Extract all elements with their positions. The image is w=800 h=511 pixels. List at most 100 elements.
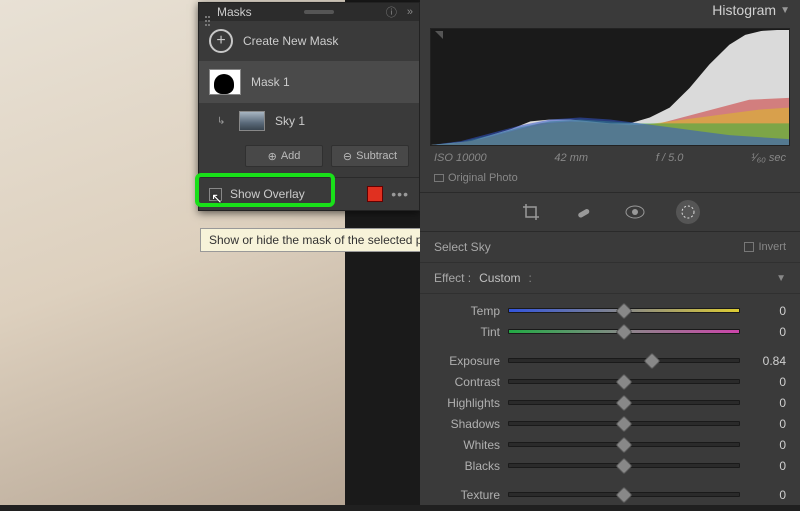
photo-meta: ISO 10000 42 mm f / 5.0 ¹⁄₆₀ sec [420,150,800,170]
slider-value: 0.84 [748,354,786,368]
slider-shadows[interactable]: Shadows 0 [420,413,800,434]
slider-whites[interactable]: Whites 0 [420,434,800,455]
slider-highlights[interactable]: Highlights 0 [420,392,800,413]
overlay-color-swatch[interactable] [367,186,383,202]
mask-thumbnail [209,69,241,95]
slider-value: 0 [748,304,786,318]
subtract-label: Subtract [356,150,397,162]
checkbox-icon [434,174,444,182]
invert-checkbox[interactable] [744,242,754,252]
show-overlay-label: Show Overlay [230,187,305,201]
slider-temp[interactable]: Temp 0 [420,300,800,321]
effect-value: Custom [479,271,520,285]
slider-label: Contrast [434,375,500,389]
meta-shutter: ¹⁄₆₀ sec [751,152,786,164]
effect-row[interactable]: Effect : Custom : ▼ [420,263,800,294]
effect-label: Effect : [434,271,471,285]
slider-label: Blacks [434,459,500,473]
create-mask-label: Create New Mask [243,34,338,48]
masks-panel: Masks ⓘ » + Create New Mask Mask 1 ↳ Sky… [198,2,420,211]
mask-label: Sky 1 [275,114,305,128]
mask-item-mask1[interactable]: Mask 1 [199,61,419,103]
more-icon[interactable]: ••• [391,186,409,202]
original-photo-toggle[interactable]: Original Photo [420,170,800,192]
subtract-icon: ⊖ [343,150,352,163]
slider-knob[interactable] [616,487,633,504]
meta-iso: ISO 10000 [434,152,487,164]
slider-track[interactable] [508,379,740,384]
slider-label: Whites [434,438,500,452]
slider-value: 0 [748,438,786,452]
right-panel: Histogram ▼ ISO 10000 42 mm f / 5.0 ¹⁄₆₀… [420,0,800,505]
histogram[interactable] [430,28,790,146]
drag-handle[interactable] [258,10,380,14]
slider-value: 0 [748,375,786,389]
mask-tool-icon[interactable] [676,200,700,224]
slider-knob[interactable] [616,303,633,320]
slider-texture[interactable]: Texture 0 [420,484,800,505]
slider-track[interactable] [508,421,740,426]
heal-tool-icon[interactable] [572,201,594,223]
slider-track[interactable] [508,492,740,497]
sliders-group: Temp0Tint0Exposure0.84Contrast0Highlight… [420,294,800,511]
redeye-tool-icon[interactable] [624,201,646,223]
section-title: Select Sky [434,240,491,254]
slider-blacks[interactable]: Blacks 0 [420,455,800,476]
histogram-title: Histogram [712,2,776,18]
slider-value: 0 [748,417,786,431]
dropdown-icon: : [528,271,531,285]
slider-track[interactable] [508,463,740,468]
slider-value: 0 [748,459,786,473]
meta-aperture: f / 5.0 [656,152,684,164]
slider-knob[interactable] [616,374,633,391]
add-icon: ⊕ [268,150,277,163]
slider-exposure[interactable]: Exposure 0.84 [420,350,800,371]
masks-panel-header[interactable]: Masks ⓘ » [199,3,419,21]
slider-knob[interactable] [616,437,633,454]
slider-value: 0 [748,325,786,339]
slider-label: Temp [434,304,500,318]
slider-label: Tint [434,325,500,339]
slider-contrast[interactable]: Contrast 0 [420,371,800,392]
meta-focal: 42 mm [554,152,588,164]
subtract-button[interactable]: ⊖ Subtract [331,145,409,167]
slider-track[interactable] [508,442,740,447]
slider-track[interactable] [508,308,740,313]
invert-label: Invert [758,241,786,253]
slider-label: Shadows [434,417,500,431]
add-button[interactable]: ⊕ Add [245,145,323,167]
slider-track[interactable] [508,358,740,363]
original-label: Original Photo [448,172,518,184]
link-icon: ↳ [217,116,229,127]
slider-knob[interactable] [616,395,633,412]
slider-value: 0 [748,396,786,410]
slider-knob[interactable] [616,416,633,433]
slider-track[interactable] [508,329,740,334]
slider-knob[interactable] [616,324,633,341]
create-new-mask-row[interactable]: + Create New Mask [199,21,419,61]
slider-label: Exposure [434,354,500,368]
cursor-icon: ↖ [211,190,223,207]
slider-track[interactable] [508,400,740,405]
select-sky-header[interactable]: Select Sky Invert [420,232,800,263]
slider-label: Texture [434,488,500,502]
slider-knob[interactable] [616,458,633,475]
mask-item-sky1[interactable]: ↳ Sky 1 [199,103,419,139]
histogram-header[interactable]: Histogram ▼ [420,0,800,20]
info-icon[interactable]: ⓘ [386,4,397,20]
tool-strip [420,192,800,232]
add-label: Add [281,150,301,162]
slider-label: Highlights [434,396,500,410]
triangle-icon[interactable]: ▼ [776,273,786,284]
crop-tool-icon[interactable] [520,201,542,223]
slider-knob[interactable] [643,353,660,370]
plus-icon: + [209,29,233,53]
slider-value: 0 [748,488,786,502]
grip-icon [205,7,211,17]
collapse-icon[interactable]: » [407,6,413,18]
mask-label: Mask 1 [251,75,290,89]
slider-tint[interactable]: Tint 0 [420,321,800,342]
sky-thumbnail [239,111,265,131]
triangle-icon: ▼ [780,5,790,16]
masks-panel-title: Masks [217,5,252,19]
